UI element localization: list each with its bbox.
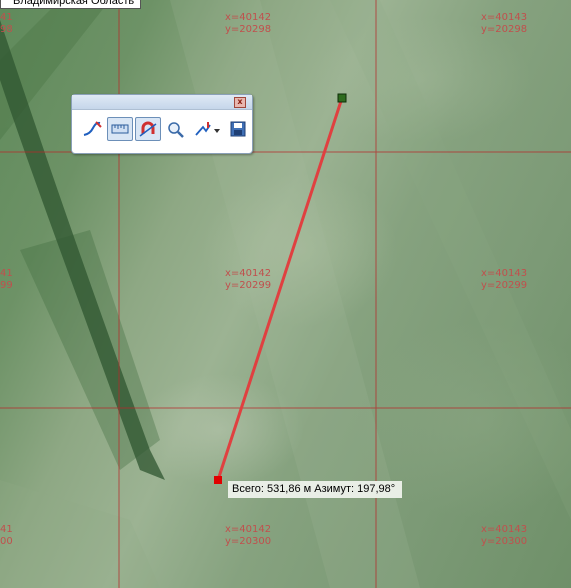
grid-label: 41 98 — [0, 12, 13, 35]
grid-label: x=40143 y=20298 — [481, 12, 528, 35]
map-overlay — [0, 0, 571, 588]
zoom-icon — [168, 122, 184, 138]
ruler-icon — [111, 124, 129, 134]
grid-label: x=40142 y=20300 — [225, 524, 272, 547]
grid-label: x=40143 y=20299 — [481, 268, 528, 291]
measurement-readout: Всего: 531,86 м Азимут: 197,98° — [228, 481, 403, 498]
ruler-tool-button[interactable] — [107, 117, 133, 141]
save-tool-button[interactable] — [225, 117, 251, 141]
toolbar-tools — [79, 117, 251, 141]
grid-label: x=40143 y=20300 — [481, 524, 528, 547]
measure-end-marker[interactable] — [214, 476, 222, 484]
measure-toolbar[interactable]: x — [71, 94, 253, 154]
magnet-snap-icon — [139, 121, 157, 137]
save-icon — [230, 121, 246, 137]
zoom-tool-button[interactable] — [163, 117, 189, 141]
close-button[interactable]: x — [234, 97, 246, 108]
elevation-tool-button[interactable] — [191, 117, 223, 141]
toolbar-titlebar[interactable]: x — [72, 95, 252, 110]
region-label: Владимирская Область — [0, 0, 142, 9]
elevation-icon — [195, 122, 220, 136]
measure-start-marker[interactable] — [337, 93, 347, 103]
grid-label: 41 99 — [0, 268, 13, 291]
grid-label: x=40142 y=20299 — [225, 268, 272, 291]
grid-label: 41 00 — [0, 524, 13, 547]
magnet-snap-tool-button[interactable] — [135, 117, 161, 141]
grid-label: x=40142 y=20298 — [225, 12, 272, 35]
draw-line-tool-button[interactable] — [79, 117, 105, 141]
satellite-map[interactable]: x=40142 y=20298 x=40143 y=20298 41 98 x=… — [0, 0, 571, 588]
draw-line-icon — [83, 121, 102, 136]
